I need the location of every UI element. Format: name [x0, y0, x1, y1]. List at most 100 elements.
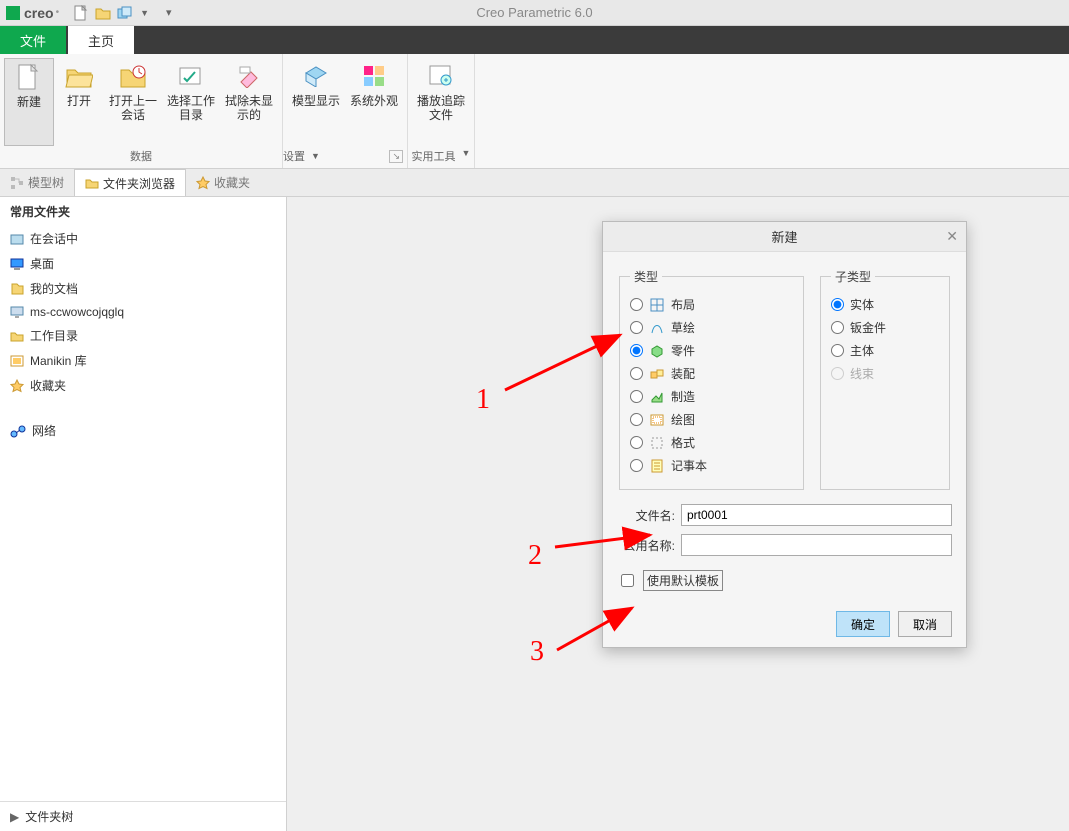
model-display-label: 模型显示 [292, 94, 340, 108]
erase-label: 拭除未显示的 [222, 94, 276, 123]
subtype-body[interactable]: 主体 [831, 339, 939, 362]
tab-home[interactable]: 主页 [68, 26, 134, 54]
qat-dropdown-icon[interactable]: ▼ [140, 8, 149, 18]
util-dropdown-icon[interactable]: ▼ [462, 148, 471, 164]
sketch-icon [649, 320, 665, 336]
session-folder-icon [10, 233, 24, 245]
erase-icon [235, 62, 263, 90]
close-button[interactable]: ✕ [946, 228, 958, 245]
sidebar-item-label: Manikin 库 [30, 352, 87, 369]
group-util-label: 实用工具 [412, 148, 456, 164]
type-layout[interactable]: 布局 [630, 293, 793, 316]
dialog-title: 新建 [771, 227, 797, 246]
tab-modeltree-label: 模型树 [28, 174, 64, 191]
type-notebook[interactable]: 记事本 [630, 454, 793, 477]
part-icon [649, 343, 665, 359]
filename-input[interactable] [681, 504, 952, 526]
opt-label: 制造 [671, 388, 695, 405]
sidebar-item-label: 我的文档 [30, 280, 78, 297]
filename-label: 文件名: [617, 507, 675, 524]
sidebar-item-computer[interactable]: ms-ccwowcojqglq [0, 301, 286, 323]
ribbon-group-util: 播放追踪文件 实用工具 ▼ [408, 54, 475, 168]
sidebar-item-label: 收藏夹 [30, 377, 66, 394]
open-label: 打开 [67, 94, 91, 108]
open-last-session-button[interactable]: 打开上一会话 [104, 58, 162, 146]
brand-text: creo [24, 5, 54, 21]
sidebar-footer[interactable]: ▶ 文件夹树 [0, 801, 286, 831]
commonname-row: 公用名称: [617, 534, 952, 556]
new-button[interactable]: 新建 [4, 58, 54, 146]
tab-favorites[interactable]: 收藏夹 [186, 169, 260, 196]
subtype-sheetmetal[interactable]: 钣金件 [831, 316, 939, 339]
open-button[interactable]: 打开 [54, 58, 104, 146]
play-trail-button[interactable]: 播放追踪文件 [412, 58, 470, 146]
opt-label: 格式 [671, 434, 695, 451]
opt-label: 记事本 [671, 457, 707, 474]
use-template-checkbox[interactable] [621, 574, 634, 587]
library-icon [10, 355, 24, 367]
footer-label: 文件夹树 [25, 808, 73, 825]
subtype-legend: 子类型 [831, 268, 875, 285]
tab-fav-label: 收藏夹 [214, 174, 250, 191]
titlebar: creo • ▼ ▾ Creo Parametric 6.0 [0, 0, 1069, 26]
group-settings-label: 设置 [283, 148, 305, 164]
sidebar-item-desktop[interactable]: 桌面 [0, 251, 286, 276]
tab-folder-browser[interactable]: 文件夹浏览器 [74, 169, 186, 196]
settings-dropdown-icon[interactable]: ▼ [311, 151, 320, 161]
qat-more-icon[interactable]: ▾ [166, 6, 172, 19]
sidebar-item-network[interactable]: 网络 [0, 418, 286, 443]
manufacture-icon [649, 389, 665, 405]
sidebar-item-documents[interactable]: 我的文档 [0, 276, 286, 301]
app-title: Creo Parametric 6.0 [476, 5, 592, 20]
opt-label: 主体 [850, 342, 874, 359]
type-assembly[interactable]: 装配 [630, 362, 793, 385]
system-appearance-label: 系统外观 [350, 94, 398, 108]
tab-file[interactable]: 文件 [0, 26, 66, 54]
system-appearance-button[interactable]: 系统外观 [345, 58, 403, 146]
notebook-icon [649, 458, 665, 474]
model-display-button[interactable]: 模型显示 [287, 58, 345, 146]
new-label: 新建 [17, 95, 41, 109]
sidebar-item-label: 在会话中 [30, 230, 78, 247]
commonname-label: 公用名称: [617, 537, 675, 554]
type-part[interactable]: 零件 [630, 339, 793, 362]
appearance-icon [360, 62, 388, 90]
trail-icon [427, 62, 455, 90]
documents-icon [10, 282, 24, 296]
sidebar-item-fav[interactable]: 收藏夹 [0, 373, 286, 398]
new-file-icon [74, 5, 88, 21]
navigator-tabs: 模型树 文件夹浏览器 收藏夹 [0, 169, 1069, 197]
erase-button[interactable]: 拭除未显示的 [220, 58, 278, 146]
model-display-icon [302, 62, 330, 90]
opt-label: 装配 [671, 365, 695, 382]
layout-icon [649, 297, 665, 313]
commonname-input[interactable] [681, 534, 952, 556]
qat-windows-button[interactable] [115, 3, 135, 23]
type-sketch[interactable]: 草绘 [630, 316, 793, 339]
sidebar-item-workdir[interactable]: 工作目录 [0, 323, 286, 348]
sidebar-title: 常用文件夹 [0, 197, 286, 226]
cancel-button[interactable]: 取消 [898, 611, 952, 637]
subtype-solid[interactable]: 实体 [831, 293, 939, 316]
star-icon [10, 379, 24, 393]
sidebar: 常用文件夹 在会话中 桌面 我的文档 ms-ccwowcojqglq 工作目录 … [0, 197, 287, 831]
group-launcher-icon[interactable]: ↘ [389, 150, 403, 163]
sidebar-item-manikin[interactable]: Manikin 库 [0, 348, 286, 373]
ribbon-group-settings: 模型显示 系统外观 设置 ▼ ↘ [283, 54, 408, 168]
quick-access-toolbar: ▼ ▾ [71, 3, 171, 23]
qat-new-button[interactable] [71, 3, 91, 23]
new-file-icon [15, 63, 43, 91]
type-format[interactable]: 格式 [630, 431, 793, 454]
use-template-row[interactable]: 使用默认模板 [617, 570, 952, 591]
sidebar-item-session[interactable]: 在会话中 [0, 226, 286, 251]
type-drawing[interactable]: 绘图 [630, 408, 793, 431]
tree-icon [10, 176, 24, 190]
qat-open-button[interactable] [93, 3, 113, 23]
ribbon-group-data: 新建 打开 打开上一会话 选择工作目录 [0, 54, 283, 168]
open-folder-icon [65, 62, 93, 90]
select-wd-button[interactable]: 选择工作目录 [162, 58, 220, 146]
tab-modeltree[interactable]: 模型树 [0, 169, 74, 196]
ok-button[interactable]: 确定 [836, 611, 890, 637]
opt-label: 绘图 [671, 411, 695, 428]
type-manufacture[interactable]: 制造 [630, 385, 793, 408]
